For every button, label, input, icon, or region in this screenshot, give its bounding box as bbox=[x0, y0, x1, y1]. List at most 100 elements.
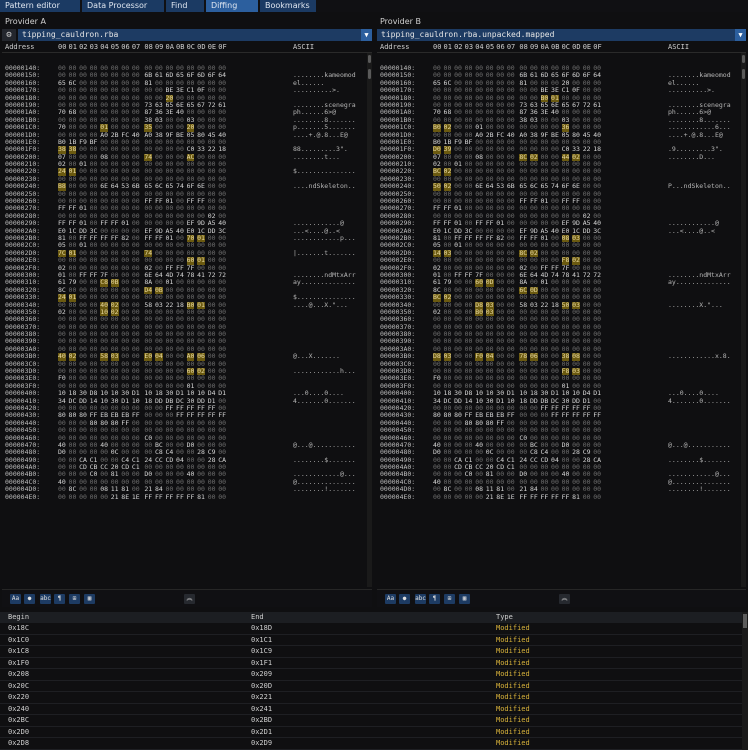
hex-byte[interactable]: 00 bbox=[475, 493, 483, 501]
table-icon[interactable]: ▦ bbox=[459, 594, 470, 604]
hex-byte[interactable]: FF bbox=[187, 493, 195, 501]
ascii-text[interactable]: ........X."... bbox=[668, 301, 723, 309]
ascii-text[interactable]: ay.............. bbox=[293, 278, 356, 286]
hex-byte[interactable]: FF bbox=[519, 493, 527, 501]
column-begin[interactable]: Begin bbox=[8, 612, 29, 623]
lightbulb-icon[interactable]: ● bbox=[24, 594, 35, 604]
scroll-up-icon[interactable]: ︽ bbox=[184, 594, 195, 604]
case-icon[interactable]: Aa bbox=[10, 594, 21, 604]
table-row[interactable]: 0x2BC 0x2BD Modified bbox=[0, 715, 748, 727]
ascii-text[interactable]: ....+.@.8...E@ bbox=[668, 131, 723, 139]
ascii-text[interactable]: ........D... bbox=[668, 153, 715, 161]
hex-byte[interactable]: 21 bbox=[111, 493, 119, 501]
hex-byte[interactable]: 21 bbox=[486, 493, 494, 501]
ascii-text[interactable]: ....+.@.8...E@ bbox=[293, 131, 348, 139]
ascii-text[interactable]: ........!....... bbox=[668, 485, 731, 493]
hex-byte[interactable]: FF bbox=[155, 493, 163, 501]
hex-byte[interactable]: 00 bbox=[100, 493, 108, 501]
hex-byte[interactable]: 00 bbox=[218, 493, 226, 501]
hex-byte[interactable]: 8E bbox=[121, 493, 129, 501]
hex-scrollbar-a[interactable] bbox=[367, 65, 372, 587]
ascii-text[interactable]: ........t... bbox=[293, 153, 340, 161]
scroll-up-icon[interactable]: ︽ bbox=[559, 594, 570, 604]
hex-byte[interactable]: FF bbox=[176, 493, 184, 501]
ascii-text[interactable]: ..........>. bbox=[293, 86, 340, 94]
hex-byte[interactable]: 00 bbox=[433, 493, 441, 501]
case-icon[interactable]: Aa bbox=[385, 594, 396, 604]
hex-byte[interactable]: 00 bbox=[465, 493, 473, 501]
hex-byte[interactable]: 1E bbox=[132, 493, 140, 501]
diff-table-scrollbar[interactable] bbox=[742, 612, 748, 750]
table-row[interactable]: 0x2D0 0x2D1 Modified bbox=[0, 727, 748, 738]
ascii-text[interactable]: 4.......0....... bbox=[668, 397, 731, 405]
hex-byte[interactable]: FF bbox=[530, 493, 538, 501]
ascii-text[interactable]: ....@...X."... bbox=[293, 301, 348, 309]
ascii-text[interactable]: ...<....@..< bbox=[668, 227, 715, 235]
hex-byte[interactable]: 00 bbox=[208, 493, 216, 501]
tab-data-processor[interactable]: Data Processor bbox=[82, 0, 164, 12]
hex-byte[interactable]: 00 bbox=[69, 493, 77, 501]
hex-byte[interactable]: FF bbox=[541, 493, 549, 501]
map-icon[interactable]: ⊞ bbox=[69, 594, 80, 604]
ascii-text[interactable]: @...@........... bbox=[293, 441, 356, 449]
hex-byte[interactable]: 1E bbox=[507, 493, 515, 501]
hex-byte[interactable]: FF bbox=[562, 493, 570, 501]
hex-view-b[interactable]: 00000140: 00 00 00 00 00 00 00 00 00 00 00 00 00 00 00 0… bbox=[377, 65, 740, 587]
provider-b-select[interactable]: tipping_cauldron.rba.unpacked.mapped ▼ bbox=[377, 28, 746, 41]
ascii-text[interactable]: $............... bbox=[293, 168, 356, 176]
hex-byte[interactable]: FF bbox=[144, 493, 152, 501]
abc-icon[interactable]: abc bbox=[40, 594, 51, 604]
hex-byte[interactable]: 00 bbox=[58, 493, 66, 501]
ascii-text[interactable]: ............h... bbox=[293, 367, 356, 375]
hex-byte[interactable]: 81 bbox=[197, 493, 205, 501]
abc-icon[interactable]: abc bbox=[415, 594, 426, 604]
settings-gear-icon[interactable]: ⚙ bbox=[2, 28, 16, 41]
provider-a-select[interactable]: tipping_cauldron.rba ▼ bbox=[18, 28, 372, 41]
hex-byte[interactable]: 00 bbox=[90, 493, 98, 501]
table-row[interactable]: 0x20C 0x20D Modified bbox=[0, 681, 748, 692]
column-end[interactable]: End bbox=[251, 612, 264, 623]
hex-byte[interactable]: 00 bbox=[593, 493, 601, 501]
ascii-text[interactable]: |.......t....... bbox=[293, 249, 356, 257]
table-row[interactable]: 0x208 0x209 Modified bbox=[0, 669, 748, 681]
hex-view-a[interactable]: 00000140: 00 00 00 00 00 00 00 00 00 00 00 00 00 00 00 0… bbox=[2, 65, 366, 587]
hex-byte[interactable]: 00 bbox=[583, 493, 591, 501]
map-icon[interactable]: ⊞ bbox=[444, 594, 455, 604]
tab-find[interactable]: Find bbox=[166, 0, 204, 12]
ascii-text[interactable]: @...X....... bbox=[293, 352, 340, 360]
tab-diffing[interactable]: Diffing bbox=[206, 0, 258, 12]
ascii-text[interactable]: ............p... bbox=[293, 234, 356, 242]
paragraph-icon[interactable]: ¶ bbox=[54, 594, 65, 604]
ascii-text[interactable]: ............x.8. bbox=[668, 352, 731, 360]
ascii-text[interactable]: ay.............. bbox=[668, 278, 731, 286]
lightbulb-icon[interactable]: ● bbox=[399, 594, 410, 604]
hex-byte[interactable]: 8E bbox=[496, 493, 504, 501]
hex-byte[interactable]: FF bbox=[166, 493, 174, 501]
hex-byte[interactable]: FF bbox=[551, 493, 559, 501]
hex-byte[interactable]: 81 bbox=[572, 493, 580, 501]
table-row[interactable]: 0x220 0x221 Modified bbox=[0, 692, 748, 704]
ascii-text[interactable]: 4.......0....... bbox=[293, 397, 356, 405]
hex-byte[interactable]: 00 bbox=[79, 493, 87, 501]
table-row[interactable]: 0x1F0 0x1F1 Modified bbox=[0, 658, 748, 669]
table-icon[interactable]: ▦ bbox=[84, 594, 95, 604]
hex-scrollbar-b[interactable] bbox=[741, 65, 746, 587]
ascii-text[interactable]: @...@........... bbox=[668, 441, 731, 449]
ascii-text[interactable]: ..........>. bbox=[668, 86, 715, 94]
ascii-text[interactable]: ........$....... bbox=[293, 456, 356, 464]
tab-bookmarks[interactable]: Bookmarks bbox=[260, 0, 316, 12]
table-row[interactable]: 0x1C8 0x1C9 Modified bbox=[0, 646, 748, 658]
chevron-down-icon[interactable]: ▼ bbox=[735, 28, 746, 41]
ascii-text[interactable]: ........!....... bbox=[293, 485, 356, 493]
ascii-text[interactable]: P...ndSkeleton.. bbox=[668, 182, 731, 190]
table-row[interactable]: 0x1C0 0x1C1 Modified bbox=[0, 635, 748, 646]
header-scrollbar[interactable] bbox=[367, 53, 372, 65]
table-row[interactable]: 0x18C 0x18D Modified bbox=[0, 623, 748, 635]
table-row[interactable]: 0x2D8 0x2D9 Modified bbox=[0, 738, 748, 750]
column-type[interactable]: Type bbox=[496, 612, 513, 623]
ascii-text[interactable]: ....ndSkeleton.. bbox=[293, 182, 356, 190]
header-scrollbar[interactable] bbox=[741, 53, 746, 65]
table-row[interactable]: 0x240 0x241 Modified bbox=[0, 704, 748, 715]
hex-byte[interactable]: 00 bbox=[444, 493, 452, 501]
chevron-down-icon[interactable]: ▼ bbox=[361, 28, 372, 41]
